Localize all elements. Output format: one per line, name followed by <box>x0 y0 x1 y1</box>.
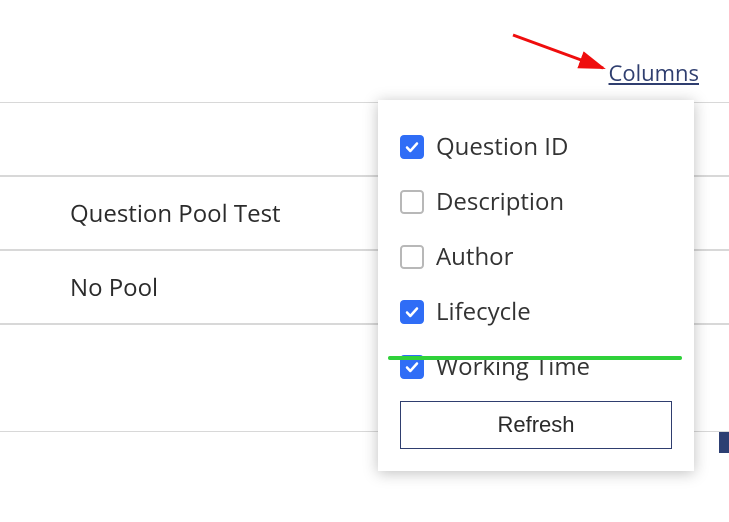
annotation-arrow <box>508 30 618 85</box>
column-option-label: Author <box>436 240 513 273</box>
column-option-description[interactable]: Description <box>400 175 672 230</box>
column-option-label: Question ID <box>436 130 568 163</box>
column-option-label: Lifecycle <box>436 295 531 328</box>
row-label: Question Pool Test <box>0 197 281 230</box>
columns-link[interactable]: Columns <box>609 58 699 88</box>
checkbox-checked-icon <box>400 300 424 324</box>
column-option-label: Description <box>436 185 564 218</box>
column-option-working-time[interactable]: Working Time <box>400 340 672 395</box>
checkbox-checked-icon <box>400 135 424 159</box>
column-option-lifecycle[interactable]: Lifecycle <box>400 285 672 340</box>
checkbox-unchecked-icon <box>400 190 424 214</box>
checkbox-unchecked-icon <box>400 245 424 269</box>
refresh-button[interactable]: Refresh <box>400 401 672 449</box>
column-option-label: Working Time <box>436 350 590 383</box>
row-label: No Pool <box>0 271 158 304</box>
columns-dropdown: Question ID Description Author Lifecycle… <box>378 100 694 471</box>
column-option-question-id[interactable]: Question ID <box>400 120 672 175</box>
checkbox-checked-icon <box>400 355 424 379</box>
column-option-author[interactable]: Author <box>400 230 672 285</box>
